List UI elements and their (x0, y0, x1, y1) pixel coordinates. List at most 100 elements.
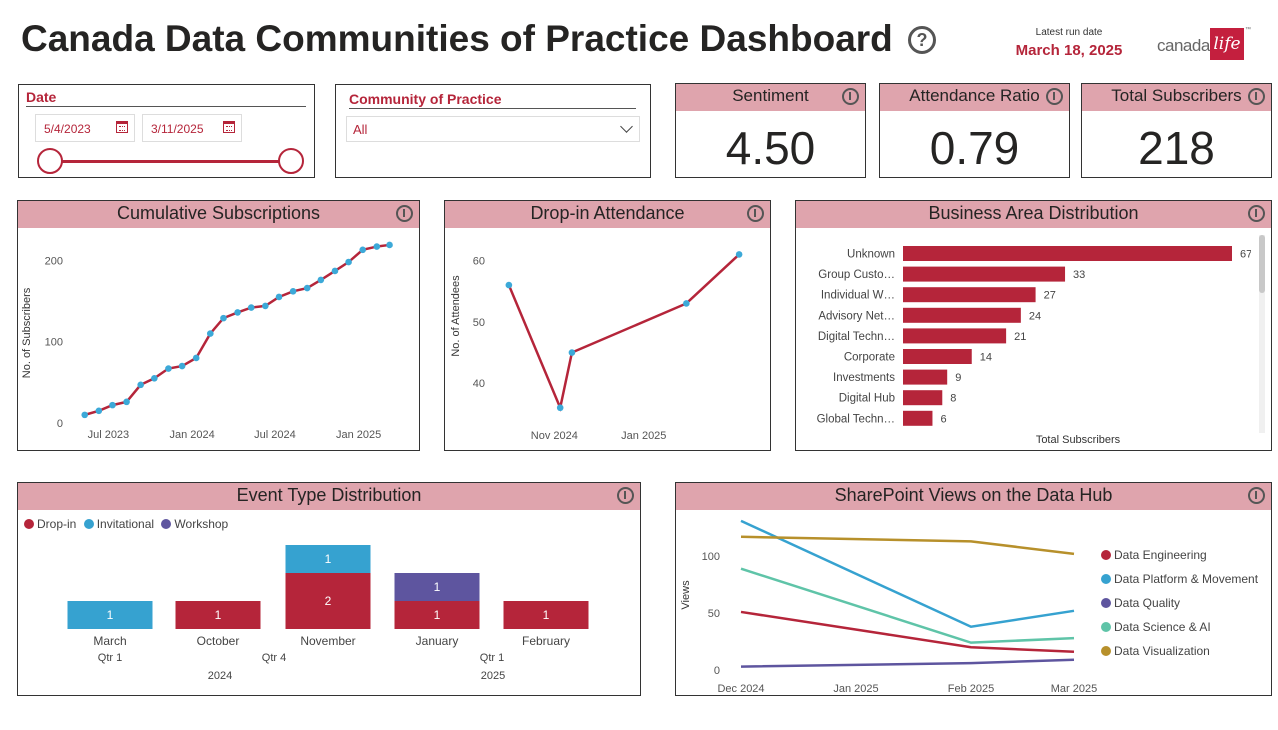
info-icon[interactable] (396, 205, 413, 222)
data-point (81, 411, 89, 419)
info-icon[interactable] (1248, 487, 1265, 504)
category-label: Digital Hub (839, 393, 895, 405)
scrollbar-thumb[interactable] (1259, 235, 1265, 293)
question-circle-icon[interactable]: ? (908, 26, 936, 54)
x-tick-label: Nov 2024 (531, 430, 578, 442)
panel-header: Drop-in Attendance (445, 201, 770, 228)
bar (903, 307, 1021, 323)
x-tick-label: Mar 2025 (1051, 683, 1097, 695)
data-point (151, 374, 158, 382)
data-point (247, 304, 255, 311)
run-date-label: Latest run date (1035, 27, 1103, 38)
start-date-input[interactable]: 5/4/2023 (35, 114, 135, 142)
x-tick-label: Jul 2024 (254, 429, 296, 441)
kpi-header: Attendance Ratio (880, 84, 1069, 111)
range-start-handle[interactable] (37, 148, 63, 174)
series-line (507, 253, 740, 412)
event-type-chart[interactable]: 1 March 1 October 2 1 November 1 1 January 1 Februa… (18, 535, 640, 695)
quarter-label: Qtr 1 (480, 652, 504, 664)
category-label: Unknown (847, 249, 895, 261)
bar (903, 390, 943, 406)
data-point (373, 243, 381, 250)
sharepoint-views-panel: SharePoint Views on the Data Hub Views 10… (675, 482, 1272, 696)
business-area-chart[interactable]: Unknown 67 Group Custo… 33 Individual W… 27 Ad… (796, 228, 1252, 450)
logo-mark: life (1210, 28, 1244, 60)
data-label: 1 (543, 608, 550, 622)
cumulative-chart[interactable]: No. of Subscribers 200 100 0 Jul 2023 Jan 202… (18, 228, 419, 450)
data-label: 1 (215, 608, 222, 622)
legend-item[interactable]: Invitational (83, 517, 154, 531)
data-point (289, 287, 297, 295)
info-icon[interactable] (1248, 205, 1265, 222)
business-area-panel: Business Area Distribution Unknown 67 Grou… (795, 200, 1272, 451)
start-date-value: 5/4/2023 (44, 122, 91, 136)
data-point (220, 314, 227, 322)
date-range-track[interactable] (50, 160, 292, 163)
data-label: 8 (950, 393, 956, 405)
chevron-down-icon[interactable] (620, 120, 633, 133)
page-title: Canada Data Communities of Practice Dash… (21, 18, 893, 59)
logo-trademark: ™ (1245, 27, 1251, 33)
panel-header: Event Type Distribution (18, 483, 640, 510)
bar (903, 369, 948, 385)
data-point (192, 354, 200, 362)
data-point (359, 246, 367, 254)
legend-label: Data Quality (1114, 596, 1181, 610)
panel-header: Business Area Distribution (796, 201, 1271, 228)
data-label: 27 (1044, 290, 1056, 302)
legend-item[interactable]: Data Platform & Movement (1101, 567, 1258, 591)
x-tick-label: November (300, 634, 355, 648)
legend-item[interactable]: Data Science & AI (1101, 615, 1258, 639)
community-dropdown[interactable]: All (346, 116, 640, 142)
scrollbar[interactable] (1259, 235, 1265, 433)
legend-label: Workshop (174, 517, 229, 531)
panel-title: SharePoint Views on the Data Hub (834, 485, 1113, 505)
end-date-input[interactable]: 3/11/2025 (142, 114, 242, 142)
legend-dot-icon (161, 519, 172, 529)
legend-item[interactable]: Workshop (161, 517, 228, 531)
data-point (331, 267, 339, 275)
info-icon[interactable] (1248, 88, 1265, 105)
data-point (109, 401, 116, 409)
data-point (123, 398, 130, 406)
data-point (275, 293, 283, 301)
legend-item[interactable]: Drop-in (24, 517, 76, 531)
data-point (345, 258, 352, 266)
y-tick-label: 100 (702, 551, 720, 563)
panel-title: Cumulative Subscriptions (116, 203, 321, 223)
category-label: Digital Techn… (818, 331, 895, 343)
x-tick-label: February (522, 634, 570, 648)
legend-item[interactable]: Data Visualization (1101, 639, 1258, 663)
category-label: Advisory Net… (818, 310, 895, 322)
calendar-icon[interactable] (223, 121, 235, 133)
x-tick-label: Jan 2025 (621, 430, 666, 442)
range-end-handle[interactable] (278, 148, 304, 174)
dropin-chart[interactable]: No. of Attendees 60 50 40 Nov 2024 Jan 2025 (445, 228, 770, 450)
y-tick-label: 100 (45, 337, 63, 349)
info-icon[interactable] (842, 88, 859, 105)
x-tick-label: March (93, 634, 126, 648)
data-point (735, 251, 743, 258)
bar (903, 287, 1036, 303)
data-label: 2 (325, 594, 332, 608)
quarter-label: Qtr 4 (262, 652, 286, 664)
legend-dot-icon (1101, 622, 1111, 632)
year-label: 2025 (481, 670, 505, 682)
event-type-panel: Event Type Distribution Drop-in Invitati… (17, 482, 641, 696)
panel-header: SharePoint Views on the Data Hub (676, 483, 1271, 510)
category-label: Global Techn… (817, 413, 895, 425)
kpi-header: Sentiment (676, 84, 865, 111)
info-icon[interactable] (1046, 88, 1063, 105)
series-line (740, 567, 1075, 644)
x-tick-label: Feb 2025 (948, 683, 994, 695)
legend-item[interactable]: Data Engineering (1101, 543, 1258, 567)
bar (903, 410, 933, 426)
info-icon[interactable] (617, 487, 634, 504)
data-label: 1 (107, 608, 114, 622)
data-point (556, 404, 564, 412)
y-tick-label: 50 (708, 608, 720, 620)
legend-item[interactable]: Data Quality (1101, 591, 1258, 615)
calendar-icon[interactable] (116, 121, 128, 133)
kpi-header: Total Subscribers (1082, 84, 1271, 111)
info-icon[interactable] (747, 205, 764, 222)
